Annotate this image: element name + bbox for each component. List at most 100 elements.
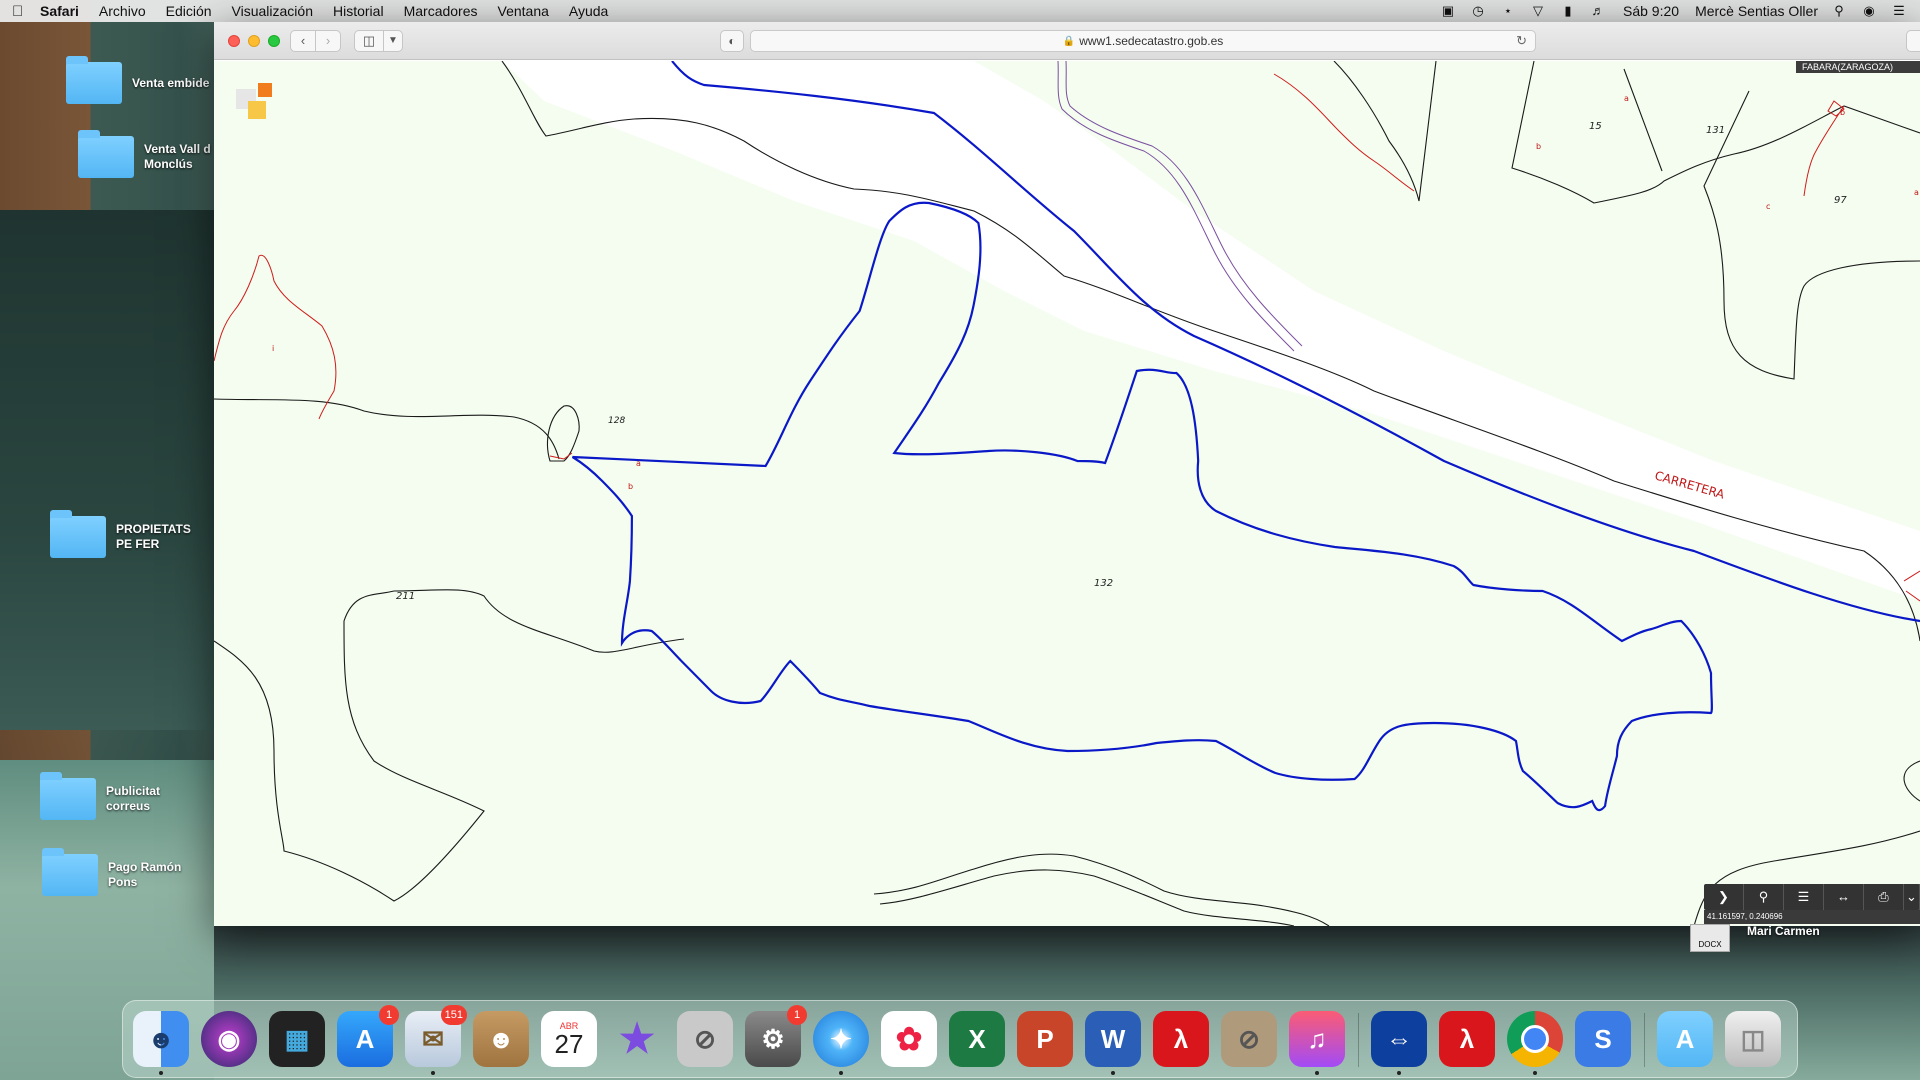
desktop-folder[interactable]: Pago Ramón Pons — [42, 848, 198, 896]
trash-icon: ◫ — [1740, 1023, 1766, 1054]
cadastre-map[interactable]: 132 131 15 97 211 128 a b c b a b a i CA… — [214, 61, 1920, 926]
dock-siri[interactable]: ◉ — [201, 1011, 257, 1067]
menu-archivo[interactable]: Archivo — [99, 3, 146, 19]
acrobat-icon: λ — [1173, 1023, 1189, 1054]
siri-icon[interactable]: ◉ — [1860, 4, 1878, 18]
dock-chrome[interactable] — [1507, 1011, 1563, 1075]
menu-ayuda[interactable]: Ayuda — [569, 3, 608, 19]
address-bar[interactable]: 🔒 www1.sedecatastro.gob.es ↻ — [750, 30, 1536, 52]
menu-app-name[interactable]: Safari — [40, 3, 79, 19]
dock-mission-control[interactable]: ▦ — [269, 1011, 325, 1067]
word-icon: W — [1100, 1023, 1126, 1054]
layers-button[interactable]: ☰ — [1784, 884, 1824, 910]
dock-calendar[interactable]: ABR 27 — [541, 1011, 597, 1067]
window-zoom-button[interactable] — [268, 35, 280, 47]
back-button[interactable]: ‹ — [290, 30, 316, 52]
dock-blocked-app[interactable]: ⊘ — [677, 1011, 733, 1067]
desktop-doc-file-icon[interactable]: DOCX — [1690, 924, 1730, 952]
more-tools-button[interactable]: ⌄ — [1904, 884, 1920, 910]
compass-icon: ✦ — [830, 1023, 852, 1054]
map-canvas[interactable]: 132 131 15 97 211 128 a b c b a b a i CA… — [214, 61, 1920, 926]
catastro-logo[interactable] — [234, 81, 274, 121]
dock-system-preferences[interactable]: ⚙ 1 — [745, 1005, 807, 1067]
volume-icon[interactable]: ♬ — [1589, 4, 1607, 18]
measure-button[interactable]: ↔ — [1824, 884, 1864, 910]
chevron-left-icon: ‹ — [300, 33, 306, 48]
dock-photos[interactable]: ✿ — [881, 1011, 937, 1067]
desktop-folder[interactable]: Venta embide — [66, 56, 222, 104]
menu-marcadores[interactable]: Marcadores — [404, 3, 478, 19]
dock-safari[interactable]: ✦ — [813, 1011, 869, 1075]
window-minimize-button[interactable] — [248, 35, 260, 47]
dock-imovie[interactable]: ★ — [609, 1011, 665, 1067]
wifi-icon[interactable]: ▽ — [1529, 4, 1547, 18]
apple-menu-icon[interactable]:  — [12, 3, 40, 20]
dock-finder[interactable]: ☻ — [133, 1011, 189, 1075]
powerpoint-icon: P — [1036, 1023, 1054, 1054]
prohibited-icon: ⊘ — [1238, 1023, 1260, 1054]
spotlight-search-icon[interactable]: ⚲ — [1830, 4, 1848, 18]
layers-icon: ☰ — [1797, 889, 1810, 904]
subparcel-letter: i — [272, 344, 274, 353]
forward-button[interactable]: › — [315, 30, 341, 52]
menu-edicion[interactable]: Edición — [166, 3, 212, 19]
dock-trash[interactable]: ◫ — [1725, 1011, 1781, 1067]
dock-music[interactable]: ♫ — [1289, 1011, 1345, 1075]
notification-center-icon[interactable]: ☰ — [1890, 4, 1908, 18]
privacy-report-button[interactable]: ◐ — [720, 30, 744, 52]
dock-contacts[interactable]: ☻ — [473, 1011, 529, 1067]
dock-excel[interactable]: X — [949, 1011, 1005, 1067]
desktop-folder[interactable]: Venta Vall d Monclús — [78, 130, 234, 178]
folder-icon — [40, 772, 96, 820]
dock-word[interactable]: W — [1085, 1011, 1141, 1075]
dock-applications-folder[interactable]: A — [1657, 1011, 1713, 1067]
parcel-boundary — [1333, 61, 1437, 202]
dock-s-app[interactable]: S — [1575, 1011, 1631, 1067]
parcel-number-128: 128 — [608, 416, 625, 426]
acrobat-icon: λ — [1459, 1023, 1475, 1054]
running-indicator — [1533, 1071, 1537, 1075]
bluetooth-icon[interactable]: ⋆ — [1499, 4, 1517, 18]
dock-app-store[interactable]: A1 — [337, 1005, 399, 1067]
dock-powerpoint[interactable]: P — [1017, 1011, 1073, 1067]
dock: ☻ ◉ ▦ A1 ✉ 151 ☻ ABR 27 ★ ⊘ ⚙ 1 ✦ ✿ X P W … — [122, 1000, 1798, 1078]
menu-ventana[interactable]: Ventana — [498, 3, 549, 19]
dock-acrobat[interactable]: λ — [1153, 1011, 1209, 1067]
prohibited-icon: ⊘ — [694, 1023, 716, 1054]
coordinates-readout: 41.161597, 0.240696 — [1704, 910, 1920, 924]
parcel-boundary — [1903, 760, 1920, 802]
dock-teamviewer[interactable]: ⇔ — [1371, 1011, 1427, 1075]
time-machine-icon[interactable]: ◷ — [1469, 4, 1487, 18]
chevron-right-icon: › — [325, 33, 331, 48]
parcel-number-131: 131 — [1706, 125, 1725, 136]
menu-historial[interactable]: Historial — [333, 3, 384, 19]
dock-acrobat-reader[interactable]: λ — [1439, 1011, 1495, 1067]
menu-visualizacion[interactable]: Visualización — [232, 3, 313, 19]
print-button[interactable]: ⎙ — [1864, 884, 1904, 910]
folder-icon — [42, 848, 98, 896]
parcel-number-211: 211 — [396, 591, 415, 602]
menu-bar:  Safari Archivo Edición Visualización H… — [0, 0, 1920, 22]
folder-icon — [78, 130, 134, 178]
dock-mail[interactable]: ✉ 151 — [405, 1005, 467, 1075]
star-icon: ★ — [619, 1017, 655, 1061]
dock-blocked-app-2[interactable]: ⊘ — [1221, 1011, 1277, 1067]
dock-separator — [1644, 1013, 1645, 1067]
teamviewer-arrows-icon: ⇔ — [1386, 1023, 1412, 1054]
sidebar-menu-button[interactable]: ▼ — [383, 30, 403, 52]
folder-label: Venta embide — [132, 75, 210, 90]
screen-mirror-icon[interactable]: ▣ — [1439, 4, 1457, 18]
map-toolbar: ❯ ⚲ ☰ ↔ ⎙ ⌄ — [1704, 884, 1920, 910]
menu-user-name[interactable]: Mercè Sentias Oller — [1695, 3, 1818, 19]
window-close-button[interactable] — [228, 35, 240, 47]
expand-tools-button[interactable]: ❯ — [1704, 884, 1744, 910]
reload-icon[interactable]: ↻ — [1516, 33, 1527, 49]
app-store-icon: A — [355, 1023, 375, 1054]
menu-clock[interactable]: Sáb 9:20 — [1623, 3, 1679, 19]
new-tab-button[interactable] — [1906, 30, 1920, 52]
zoom-search-button[interactable]: ⚲ — [1744, 884, 1784, 910]
desktop-folder[interactable]: Publicitat correus — [40, 772, 196, 820]
sidebar-toggle-button[interactable]: ◫ — [354, 30, 384, 52]
desktop-folder[interactable]: PROPIETATS PE FER — [50, 510, 206, 558]
battery-icon[interactable]: ▮ — [1559, 4, 1577, 18]
